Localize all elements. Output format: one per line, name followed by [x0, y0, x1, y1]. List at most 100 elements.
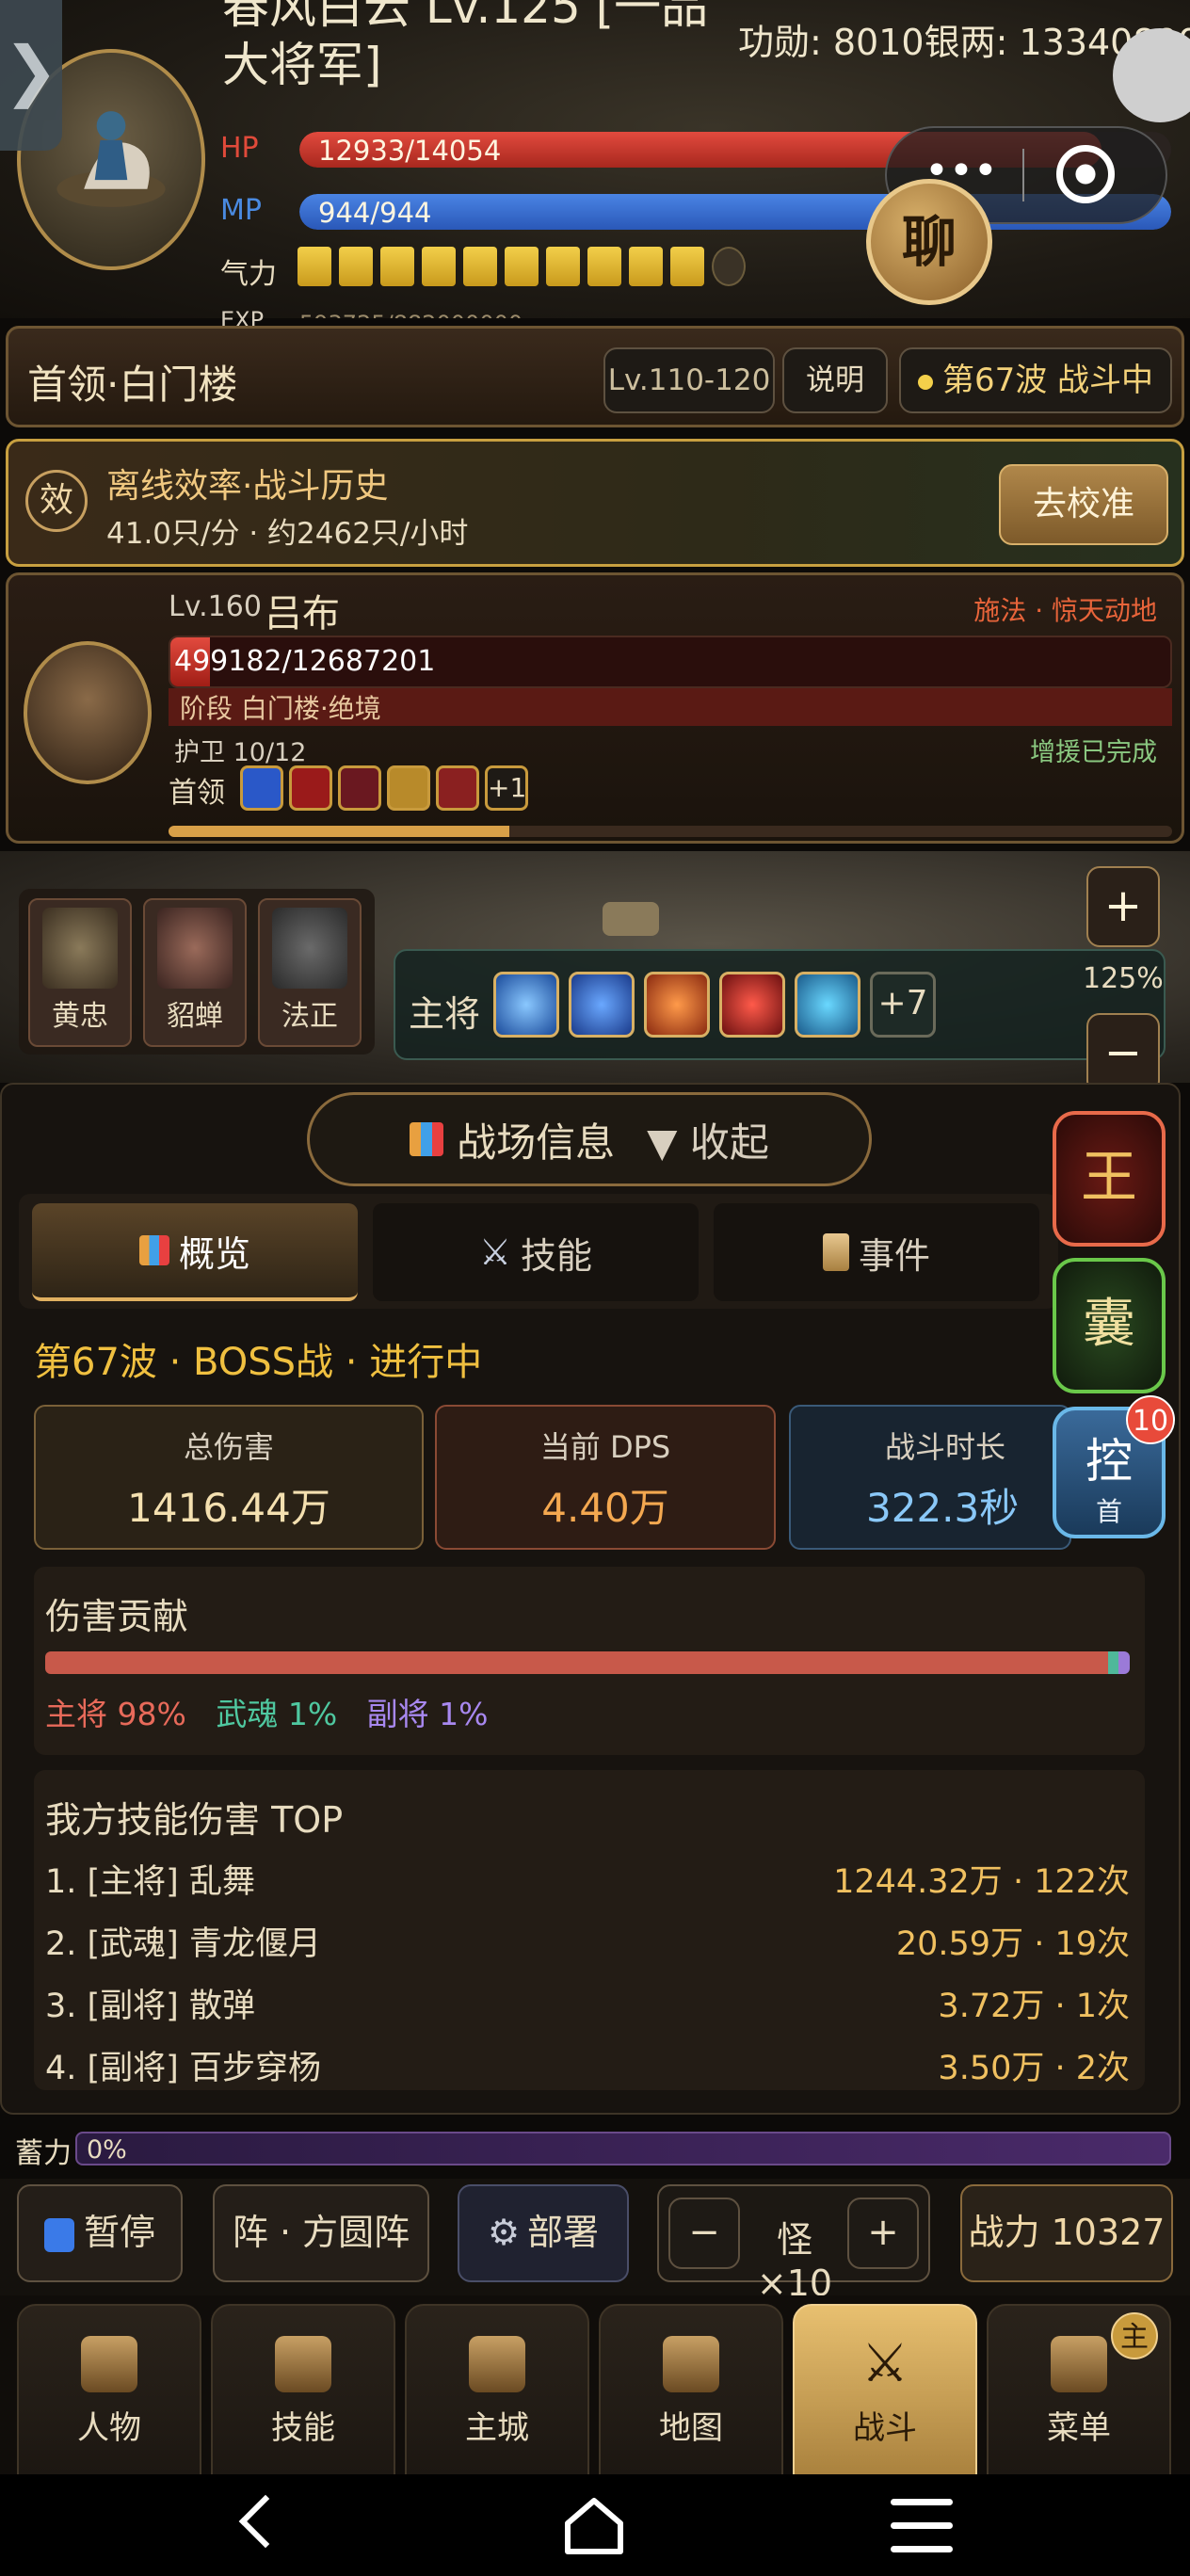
home-icon[interactable] — [563, 2497, 625, 2555]
calibrate-button[interactable]: 去校准 — [999, 464, 1168, 545]
main-general-skills: +7 — [493, 972, 945, 1041]
companion-portrait — [42, 908, 118, 989]
chart-icon — [138, 1235, 169, 1265]
qi-pips — [298, 247, 746, 286]
tab-overview[interactable]: 概览 — [32, 1203, 358, 1301]
formation-button[interactable]: 阵 · 方圆阵 — [213, 2184, 429, 2282]
companion-diaochan[interactable]: 貂蝉 — [143, 898, 247, 1047]
skill-flame-icon[interactable] — [719, 972, 785, 1038]
chat-button[interactable]: 聊 — [866, 179, 992, 305]
pause-button[interactable]: 暂停 — [17, 2184, 183, 2282]
stat-label: 战斗时长 — [885, 1429, 1006, 1465]
skill-lightning-icon[interactable] — [387, 765, 430, 811]
collapse-tab[interactable]: ❯ — [0, 0, 62, 151]
companion-huangzhong[interactable]: 黄忠 — [28, 898, 132, 1047]
legend-main: 主将 98% — [45, 1696, 186, 1732]
nav-label: 地图 — [659, 2409, 723, 2447]
gear-icon: ⚙ — [487, 2212, 521, 2253]
top-row: 4. [副将] 百步穿杨 3.50万 · 2次 — [45, 2041, 1130, 2087]
skill-magnet-icon[interactable] — [436, 765, 479, 811]
boss-cast: 施法 · 惊天动地 — [973, 595, 1157, 626]
hp-value: 12933/14054 — [318, 135, 502, 167]
recents-menu-icon[interactable] — [891, 2499, 953, 2553]
bag-button[interactable]: 囊 — [1053, 1258, 1166, 1393]
damage-contribution: 伤害贡献 主将 98% 武魂 1% 副将 1% — [34, 1567, 1145, 1755]
qi-pip — [298, 247, 331, 286]
zoom-in-button[interactable]: + — [1086, 866, 1160, 947]
more-general-skills[interactable]: +7 — [870, 972, 936, 1038]
skill-slash-icon[interactable] — [644, 972, 710, 1038]
nav-label: 人物 — [77, 2409, 141, 2447]
hp-label: HP — [220, 132, 259, 165]
charge-bar: 0% — [75, 2132, 1171, 2165]
skill-arrow-down-icon[interactable] — [240, 765, 283, 811]
qi-pip — [463, 247, 497, 286]
skill-damage-top: 我方技能伤害 TOP 1. [主将] 乱舞 1244.32万 · 122次 2. … — [34, 1770, 1145, 2090]
companion-row: 黄忠 貂蝉 法正 — [19, 889, 375, 1055]
stat-label: 总伤害 — [183, 1429, 274, 1465]
menu-badge: 主 — [1111, 2312, 1158, 2359]
companion-fazheng[interactable]: 法正 — [258, 898, 362, 1047]
skill-shield-icon[interactable] — [569, 972, 635, 1038]
boss-stage-row: 阶段 白门楼·绝境 — [169, 688, 1172, 726]
close-miniapp-icon[interactable] — [1056, 145, 1115, 203]
companion-portrait — [272, 908, 347, 989]
reinforce-status: 增援已完成 — [1030, 738, 1157, 767]
contribution-legend: 主将 98% 武魂 1% 副将 1% — [45, 1689, 489, 1734]
hero-sprite — [603, 902, 659, 936]
collapse-label: ▼ 收起 — [647, 1119, 769, 1166]
main-general-bar: 主将 +7 — [394, 949, 1166, 1060]
companion-portrait — [157, 908, 233, 989]
mp-label: MP — [220, 194, 262, 227]
efficiency-detail: 41.0只/分 · 约2462只/小时 — [106, 517, 469, 551]
monster-plus-button[interactable]: + — [847, 2198, 919, 2269]
back-icon[interactable] — [238, 2494, 293, 2549]
skill-vortex-icon[interactable] — [493, 972, 559, 1038]
tab-events[interactable]: 事件 — [714, 1203, 1039, 1301]
qi-pip — [339, 247, 373, 286]
top-value: 3.72万 · 1次 — [938, 1988, 1130, 2025]
tab-skills[interactable]: ⚔ 技能 — [373, 1203, 699, 1301]
boss-cast-progress — [169, 826, 1172, 837]
monster-minus-button[interactable]: − — [668, 2198, 740, 2269]
top-row: 2. [武魂] 青龙偃月 20.59万 · 19次 — [45, 1917, 1130, 1963]
boss-skills-row: +1 — [240, 765, 534, 811]
explain-button[interactable]: 说明 — [782, 347, 888, 413]
exp-value: 593725/882000000 — [299, 311, 676, 318]
wave-line: 第67波 · BOSS战 · 进行中 — [34, 1341, 483, 1384]
nav-label: 技能 — [271, 2409, 335, 2447]
boss-panel: Lv.160 吕布 施法 · 惊天动地 499182/12687201 阶段 白… — [6, 572, 1184, 844]
boss-skills-label: 首领 — [169, 777, 225, 810]
efficiency-title[interactable]: 离线效率·战斗历史 — [106, 459, 388, 507]
more-boss-skills[interactable]: +1 — [485, 765, 528, 811]
crossed-swords-icon: ⚔ — [860, 2333, 909, 2394]
top-value: 1244.32万 · 122次 — [833, 1863, 1130, 1901]
charge-value: 0% — [87, 2135, 127, 2165]
skill-blood-icon[interactable] — [289, 765, 332, 811]
skill-water-icon[interactable] — [795, 972, 860, 1038]
stat-total-damage: 总伤害 1416.44万 — [34, 1405, 424, 1550]
stat-duration: 战斗时长 322.3秒 — [789, 1405, 1071, 1550]
chart-icon — [410, 1122, 444, 1156]
boss-level: Lv.160 — [169, 590, 262, 623]
skill-burst-icon[interactable] — [338, 765, 381, 811]
top-skill: 1. [主将] 乱舞 — [45, 1863, 255, 1901]
boss-stage-title: 首领·白门楼 — [27, 362, 238, 408]
map-icon — [663, 2336, 719, 2392]
deploy-label: 部署 — [527, 2212, 600, 2253]
boss-title-bar: 首领·白门楼 Lv.110-120 说明 第67波 战斗中 — [6, 326, 1184, 427]
qi-label: 气力 — [220, 258, 277, 291]
control-sub: 首 — [1095, 1496, 1122, 1527]
wave-status-badge: 第67波 战斗中 — [899, 347, 1172, 413]
crossed-swords-icon: ⚔ — [478, 1232, 512, 1273]
power-display[interactable]: 战力 10327 — [960, 2184, 1173, 2282]
deploy-button[interactable]: ⚙ 部署 — [458, 2184, 629, 2282]
king-button[interactable]: 王 — [1053, 1111, 1166, 1247]
boss-portrait[interactable] — [24, 641, 152, 784]
scroll-icon — [275, 2336, 331, 2392]
charge-label: 蓄力 — [15, 2137, 72, 2170]
legend-deputy: 副将 1% — [366, 1696, 489, 1732]
contribution-segment — [45, 1651, 1108, 1674]
mp-value: 944/944 — [318, 197, 432, 229]
battle-info-toggle[interactable]: 战场信息 ▼ 收起 — [307, 1092, 872, 1186]
